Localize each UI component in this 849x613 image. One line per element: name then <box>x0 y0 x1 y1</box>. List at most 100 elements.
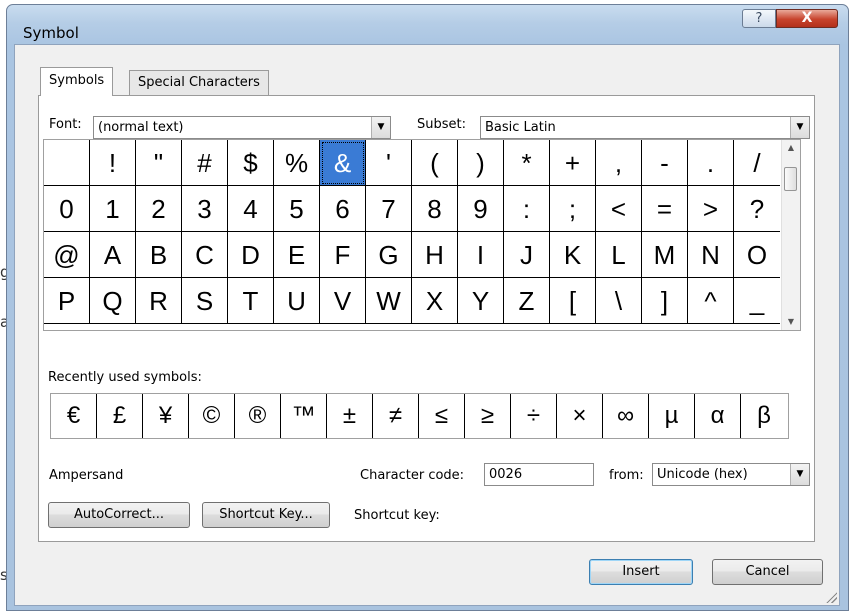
symbol-cell[interactable]: B <box>136 232 182 278</box>
resize-grip-icon[interactable] <box>825 591 837 603</box>
symbol-cell[interactable]: , <box>596 140 642 186</box>
symbol-cell[interactable]: 6 <box>320 186 366 232</box>
symbol-cell[interactable]: F <box>320 232 366 278</box>
symbol-cell[interactable]: E <box>274 232 320 278</box>
symbol-cell[interactable]: + <box>550 140 596 186</box>
symbol-cell[interactable]: Z <box>504 278 550 324</box>
symbol-cell[interactable]: X <box>412 278 458 324</box>
symbol-cell[interactable]: 2 <box>136 186 182 232</box>
symbol-cell[interactable]: ( <box>412 140 458 186</box>
symbol-cell[interactable]: . <box>688 140 734 186</box>
symbol-grid-scrollbar[interactable]: ▲ ▼ <box>781 140 800 330</box>
symbol-cell[interactable]: 8 <box>412 186 458 232</box>
symbol-cell[interactable]: 4 <box>228 186 274 232</box>
recent-symbol-cell[interactable]: × <box>557 394 603 438</box>
symbol-cell[interactable]: G <box>366 232 412 278</box>
shortcut-key-button[interactable]: Shortcut Key... <box>202 502 330 528</box>
symbol-cell[interactable]: ; <box>550 186 596 232</box>
symbol-cell[interactable]: * <box>504 140 550 186</box>
tab-special-characters[interactable]: Special Characters <box>129 70 269 96</box>
recent-symbol-cell[interactable]: ™ <box>281 394 327 438</box>
character-code-input[interactable]: 0026 <box>484 463 594 486</box>
symbol-cell[interactable]: M <box>642 232 688 278</box>
subset-select[interactable]: Basic Latin ▼ <box>480 116 810 139</box>
symbol-cell[interactable]: U <box>274 278 320 324</box>
recent-symbol-cell[interactable]: α <box>695 394 741 438</box>
symbol-cell[interactable]: _ <box>734 278 780 324</box>
symbol-cell[interactable]: # <box>182 140 228 186</box>
recent-symbol-cell[interactable]: ∞ <box>603 394 649 438</box>
recent-symbol-cell[interactable]: ® <box>235 394 281 438</box>
recent-symbol-cell[interactable]: ≤ <box>419 394 465 438</box>
symbol-cell[interactable]: V <box>320 278 366 324</box>
symbol-cell[interactable]: 1 <box>90 186 136 232</box>
scroll-up-icon[interactable]: ▲ <box>782 140 800 156</box>
recent-symbol-cell[interactable]: ÷ <box>511 394 557 438</box>
close-button[interactable]: X <box>776 9 838 28</box>
symbol-cell[interactable]: $ <box>228 140 274 186</box>
cancel-button[interactable]: Cancel <box>712 559 823 585</box>
symbol-cell[interactable]: " <box>136 140 182 186</box>
symbol-cell[interactable]: ^ <box>688 278 734 324</box>
scroll-thumb[interactable] <box>784 167 797 191</box>
symbol-cell[interactable]: L <box>596 232 642 278</box>
chevron-down-icon[interactable]: ▼ <box>790 117 809 138</box>
symbol-cell[interactable]: ) <box>458 140 504 186</box>
recent-symbol-cell[interactable]: β <box>741 394 787 438</box>
symbol-cell[interactable]: % <box>274 140 320 186</box>
symbol-cell[interactable]: S <box>182 278 228 324</box>
symbol-cell[interactable]: W <box>366 278 412 324</box>
symbol-cell[interactable]: = <box>642 186 688 232</box>
symbol-cell[interactable]: O <box>734 232 780 278</box>
symbol-cell[interactable]: 0 <box>44 186 90 232</box>
symbol-cell[interactable]: A <box>90 232 136 278</box>
symbol-cell[interactable]: ! <box>90 140 136 186</box>
symbol-cell[interactable]: ' <box>366 140 412 186</box>
recent-symbol-cell[interactable]: £ <box>97 394 143 438</box>
chevron-down-icon[interactable]: ▼ <box>371 117 390 138</box>
recent-symbol-cell[interactable]: € <box>51 394 97 438</box>
recent-symbol-cell[interactable]: © <box>189 394 235 438</box>
symbol-cell[interactable]: Y <box>458 278 504 324</box>
symbol-cell[interactable]: I <box>458 232 504 278</box>
symbol-cell[interactable]: - <box>642 140 688 186</box>
symbol-cell[interactable]: 5 <box>274 186 320 232</box>
symbol-cell[interactable]: & <box>320 140 366 186</box>
symbol-cell[interactable]: @ <box>44 232 90 278</box>
symbol-cell[interactable]: J <box>504 232 550 278</box>
symbol-cell[interactable]: > <box>688 186 734 232</box>
symbol-cell[interactable]: / <box>734 140 780 186</box>
symbol-cell[interactable]: : <box>504 186 550 232</box>
recent-symbol-cell[interactable]: ¥ <box>143 394 189 438</box>
insert-button[interactable]: Insert <box>589 559 693 585</box>
help-button[interactable]: ? <box>742 9 776 28</box>
symbol-cell[interactable]: H <box>412 232 458 278</box>
chevron-down-icon[interactable]: ▼ <box>790 464 809 485</box>
symbol-cell[interactable]: N <box>688 232 734 278</box>
autocorrect-button[interactable]: AutoCorrect... <box>48 502 190 528</box>
recent-symbol-cell[interactable]: µ <box>649 394 695 438</box>
scroll-down-icon[interactable]: ▼ <box>782 314 800 330</box>
symbol-cell[interactable] <box>44 140 90 186</box>
symbol-cell[interactable]: 3 <box>182 186 228 232</box>
symbol-cell[interactable]: 7 <box>366 186 412 232</box>
symbol-cell[interactable]: K <box>550 232 596 278</box>
tab-symbols[interactable]: Symbols <box>40 67 114 96</box>
symbol-cell[interactable]: [ <box>550 278 596 324</box>
symbol-cell[interactable]: Q <box>90 278 136 324</box>
symbol-cell[interactable]: D <box>228 232 274 278</box>
font-select[interactable]: (normal text) ▼ <box>93 116 391 139</box>
symbol-cell[interactable]: ? <box>734 186 780 232</box>
recent-symbol-cell[interactable]: ± <box>327 394 373 438</box>
symbol-cell[interactable]: R <box>136 278 182 324</box>
symbol-cell[interactable]: C <box>182 232 228 278</box>
symbol-cell[interactable]: < <box>596 186 642 232</box>
from-select[interactable]: Unicode (hex) ▼ <box>652 463 810 486</box>
symbol-cell[interactable]: \ <box>596 278 642 324</box>
symbol-cell[interactable]: P <box>44 278 90 324</box>
symbol-cell[interactable]: 9 <box>458 186 504 232</box>
recent-symbol-cell[interactable]: ≠ <box>373 394 419 438</box>
symbol-cell[interactable]: T <box>228 278 274 324</box>
symbol-cell[interactable]: ] <box>642 278 688 324</box>
recent-symbol-cell[interactable]: ≥ <box>465 394 511 438</box>
